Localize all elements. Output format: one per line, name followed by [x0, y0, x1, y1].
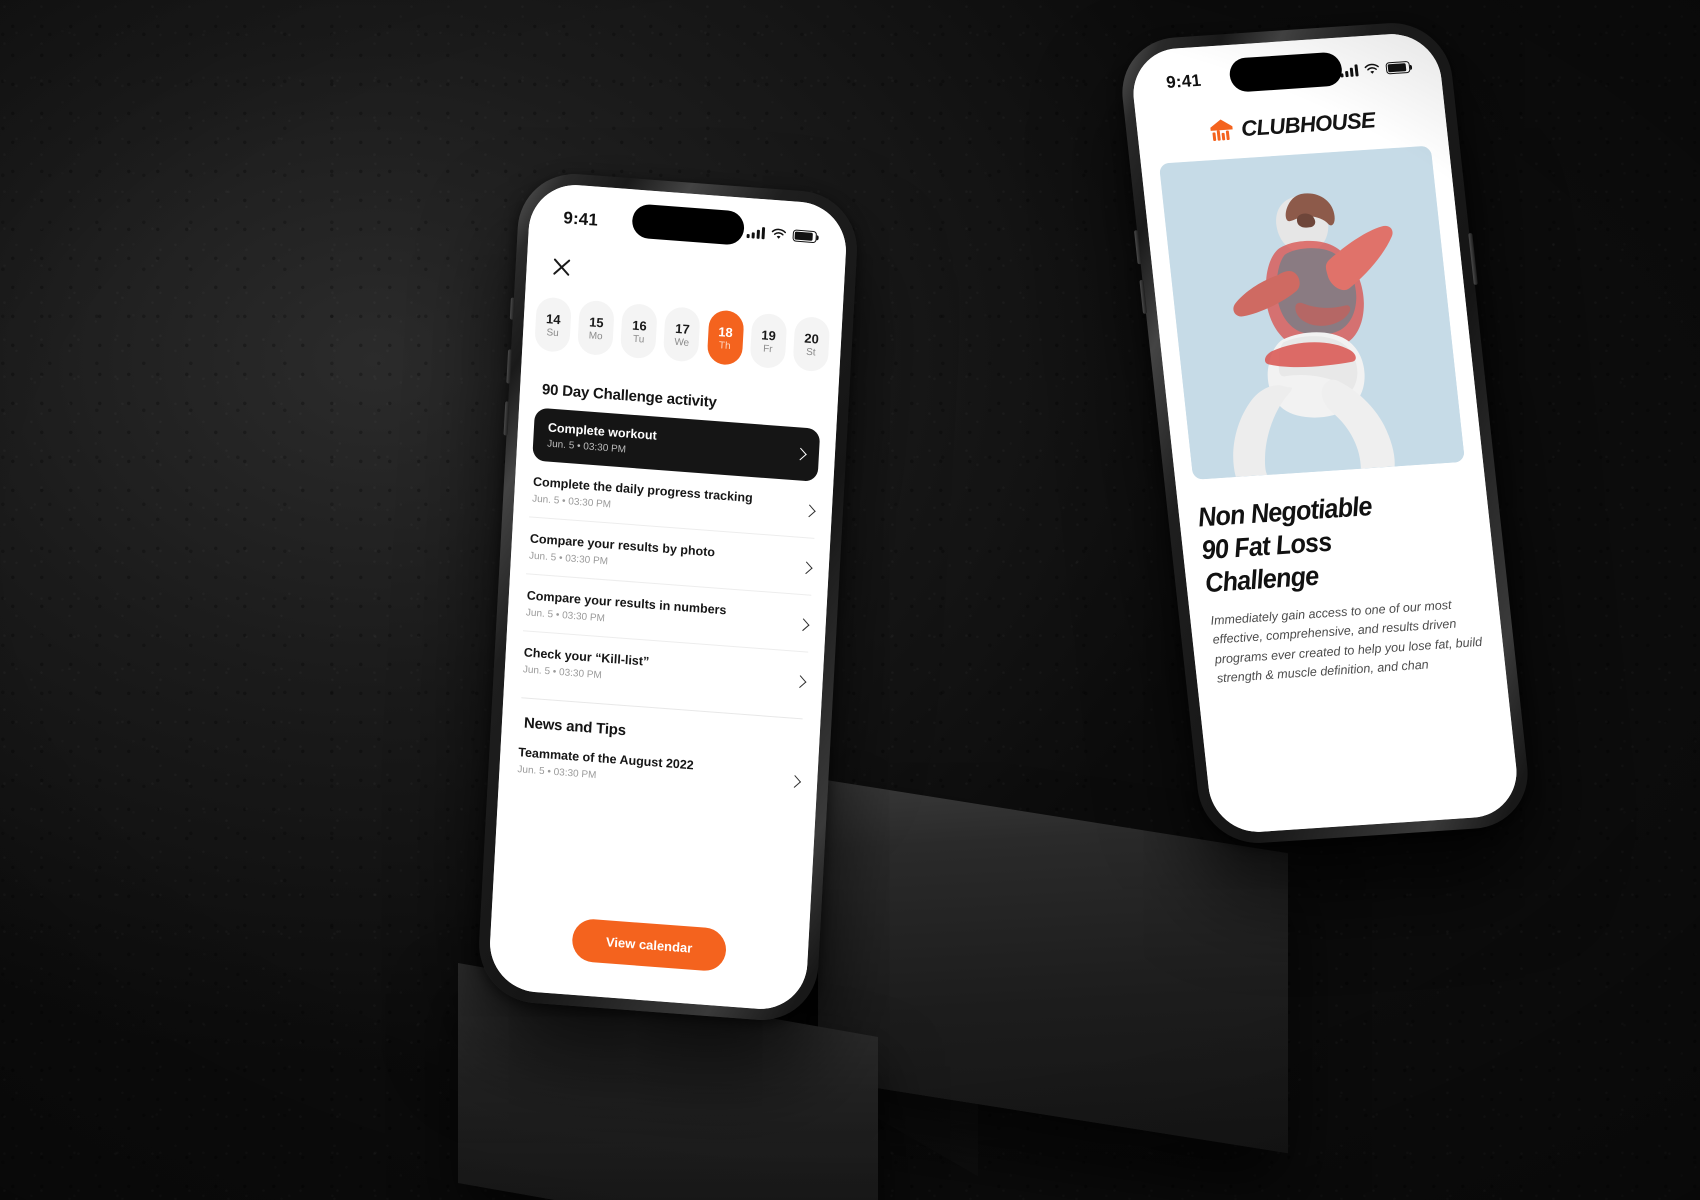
scene-vignette: [0, 0, 1700, 1200]
